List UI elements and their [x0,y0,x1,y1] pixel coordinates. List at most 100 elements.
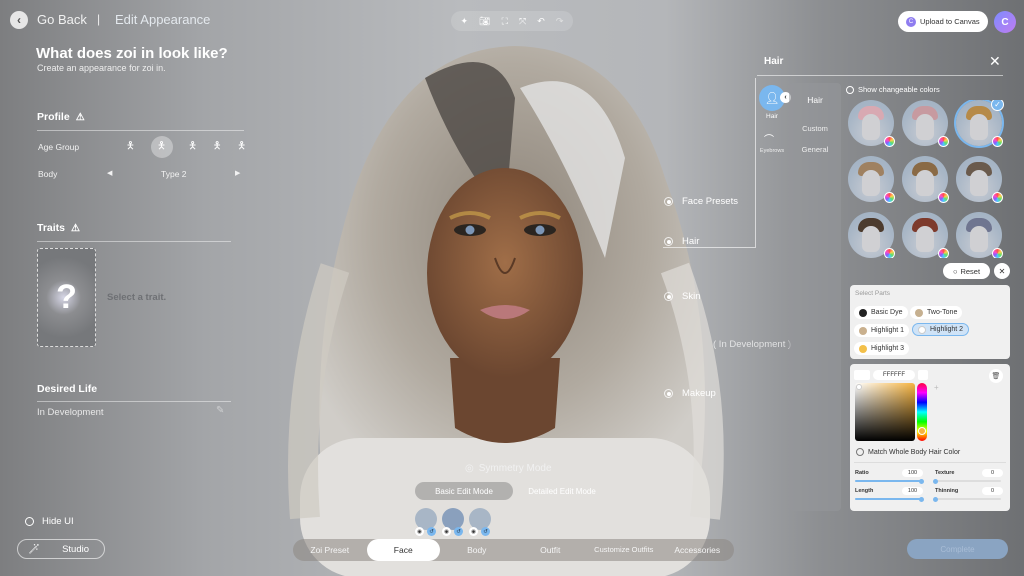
age-young-adult-icon[interactable]: 🯅 [188,139,197,156]
studio-button[interactable]: 🪄︎ Studio [17,539,105,559]
age-adult-icon[interactable]: 🯅 [213,139,222,156]
eye-icon[interactable]: ◉ [415,527,424,536]
slider-fill [855,498,921,500]
hair-style-option[interactable] [902,100,949,147]
category-eyebrows-label[interactable]: Eyebrows [757,148,787,154]
basic-edit-mode-button[interactable]: Basic Edit Mode [415,482,513,500]
trash-icon[interactable]: 🗑︎ [989,369,1003,383]
add-swatch-icon[interactable]: + [934,384,942,392]
hair-style-option[interactable] [902,156,949,203]
part-label: Highlight 1 [871,327,905,334]
saturation-value-picker[interactable] [855,383,915,441]
hair-style-option[interactable] [956,156,1003,203]
outfit-thumb-bottom[interactable]: ◉ ↺ [442,508,464,536]
hotspot-skin[interactable]: Skin [664,291,700,302]
subcategory-general[interactable]: General [789,145,841,154]
undo-icon[interactable]: ↺ [481,527,490,536]
part-highlight-1[interactable]: Highlight 1 [854,324,910,337]
sv-handle[interactable] [856,384,862,390]
tab-accessories[interactable]: Accessories [661,545,735,555]
go-back-link[interactable]: Go Back [37,12,87,27]
age-child-icon[interactable]: 🯅 [126,139,135,156]
hotspot-dot-icon [664,237,673,246]
camera-icon[interactable]: 📷︎ [479,16,490,27]
symmetry-label: Symmetry Mode [478,463,552,474]
show-changeable-colors-toggle[interactable]: Show changeable colors [846,85,940,94]
subcategory-custom[interactable]: Custom [789,124,841,133]
previous-color-swatch[interactable] [854,370,870,380]
part-basic-dye[interactable]: Basic Dye [854,306,908,319]
hotspot-hair[interactable]: Hair [664,236,699,247]
match-body-hair-toggle[interactable]: Match Whole Body Hair Color [856,448,960,456]
slider-value-input[interactable]: 100 [902,469,923,477]
reset-button[interactable]: ○ Reset [943,263,990,279]
hair-style-option[interactable] [848,156,895,203]
hotspot-face-presets[interactable]: Face Presets [664,196,738,207]
hair-style-option[interactable] [848,212,895,258]
detailed-edit-mode-button[interactable]: Detailed Edit Mode [513,482,611,500]
age-teen-icon[interactable]: 🯅 [150,136,173,158]
complete-button[interactable]: Complete [907,539,1008,559]
tab-body[interactable]: Body [440,545,514,555]
eyebrows-icon[interactable]: ⌒ [764,131,774,146]
slider-value-input[interactable]: 0 [982,487,1003,495]
hair-style-option[interactable]: ✓ [956,100,1004,147]
hair-style-option[interactable] [902,212,949,258]
symmetry-mode-toggle[interactable]: ◎ Symmetry Mode [465,463,552,474]
divider [37,401,231,402]
undo-icon[interactable]: ↺ [427,527,436,536]
slider-handle[interactable] [932,496,938,502]
subcategory-heading: Hair [807,95,823,105]
slider-value-input[interactable]: 100 [902,487,923,495]
slider-handle[interactable] [918,496,924,502]
part-two-tone[interactable]: Two-Tone [910,306,963,319]
body-next-arrow[interactable]: ▶ [235,169,240,177]
hair-style-option[interactable] [848,100,895,147]
part-label: Highlight 2 [930,326,964,333]
slider-track[interactable] [932,478,1001,484]
warning-icon[interactable]: ⚠ [76,112,85,123]
current-color-swatch[interactable] [918,370,928,380]
sparkle-icon[interactable]: ✦ [461,16,469,27]
part-highlight-3[interactable]: Highlight 3 [854,342,910,355]
redo-icon[interactable]: ↷ [556,16,564,27]
focus-icon[interactable]: ⛶ [502,16,508,27]
hex-input[interactable]: FFFFFF [873,370,915,380]
hair-style-option[interactable] [956,212,1003,258]
close-color-editor-button[interactable]: ✕ [994,263,1010,279]
outfit-thumb-top[interactable]: ◉ ↺ [415,508,437,536]
undo-icon[interactable]: ↶ [537,16,545,27]
slider-value-input[interactable]: 0 [982,469,1003,477]
outfit-thumb-full[interactable]: ◉ ↺ [469,508,491,536]
hide-ui-toggle[interactable]: Hide UI [25,516,74,527]
tab-outfit[interactable]: Outfit [514,545,588,555]
slider-handle[interactable] [932,478,938,484]
fullscreen-icon[interactable]: ⤧ [519,16,526,27]
trait-slot[interactable]: ? [37,248,96,347]
warning-icon[interactable]: ⚠ [71,223,80,234]
slider-track[interactable] [855,496,924,502]
age-elder-icon[interactable]: 🯅 [237,139,246,156]
hue-slider[interactable] [917,383,927,441]
edit-mode-switch: Basic Edit Mode Detailed Edit Mode [415,482,611,500]
undo-icon[interactable]: ↺ [454,527,463,536]
slider-track[interactable] [932,496,1001,502]
body-prev-arrow[interactable]: ◀ [107,169,112,177]
hotspot-makeup[interactable]: Makeup [664,388,716,399]
slider-track[interactable] [855,478,924,484]
hue-handle[interactable] [918,427,926,435]
tab-zoi-preset[interactable]: Zoi Preset [293,545,367,555]
edit-icon[interactable]: ✎ [216,405,224,416]
upload-to-canvas-button[interactable]: C Upload to Canvas [898,11,988,32]
close-icon[interactable]: ✕ [989,53,1001,70]
eye-icon[interactable]: ◉ [442,527,451,536]
desired-life-value: In Development [37,407,104,418]
eye-icon[interactable]: ◉ [469,527,478,536]
tab-face[interactable]: Face [366,539,440,561]
back-button[interactable]: ‹ [10,11,28,29]
page-title: What does zoi in look like? [36,45,228,62]
part-highlight-2[interactable]: Highlight 2 [912,323,970,336]
tab-customize-outfits[interactable]: Customize Outfits [587,546,661,554]
slider-handle[interactable] [918,478,924,484]
account-avatar[interactable]: C [994,11,1016,33]
